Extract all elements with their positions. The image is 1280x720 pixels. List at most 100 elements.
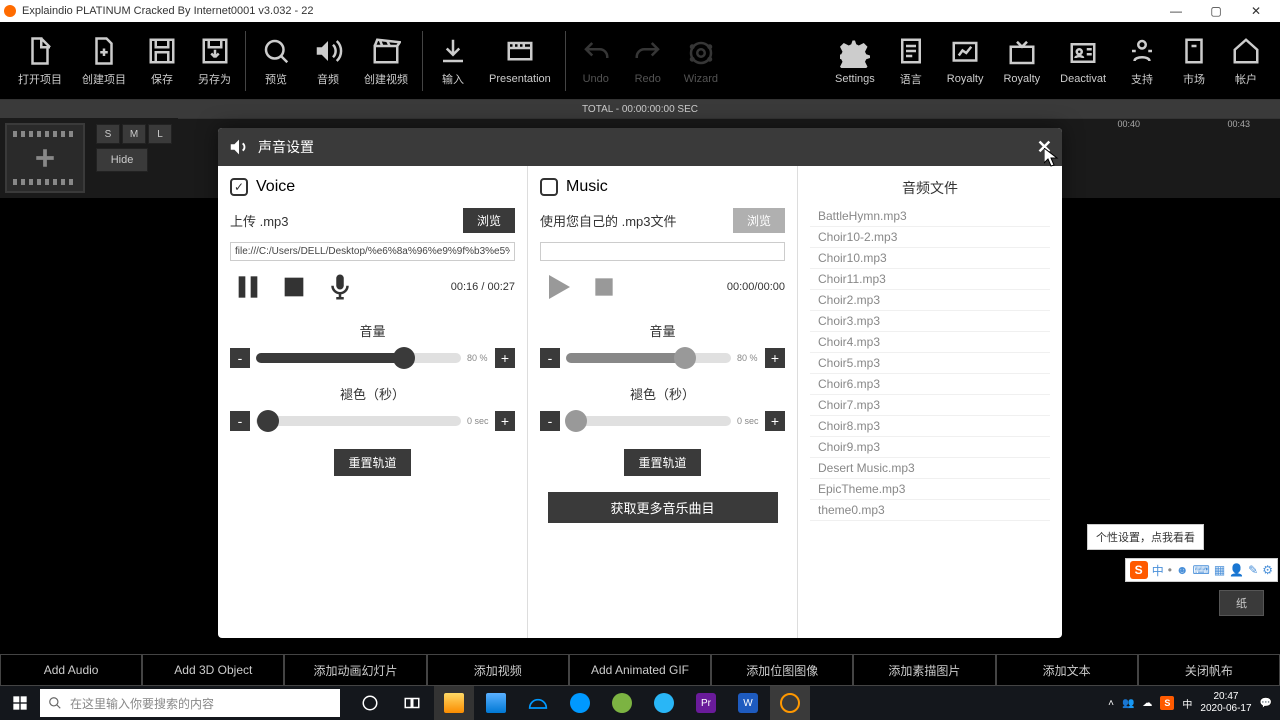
list-item[interactable]: EpicTheme.mp3 [810, 479, 1050, 500]
task-app[interactable] [560, 686, 600, 720]
maximize-button[interactable]: ▢ [1196, 1, 1236, 21]
list-item[interactable]: Choir5.mp3 [810, 353, 1050, 374]
add-sketch-button[interactable]: 添加素描图片 [853, 654, 995, 686]
language-button[interactable]: 语言 [885, 26, 937, 96]
voice-fade-plus[interactable]: + [495, 411, 515, 431]
task-app[interactable] [518, 686, 558, 720]
deactivate-button[interactable]: Deactivat [1050, 26, 1116, 96]
list-item[interactable]: Choir8.mp3 [810, 416, 1050, 437]
cortana-icon[interactable] [350, 686, 390, 720]
list-item[interactable]: Choir2.mp3 [810, 290, 1050, 311]
tray-sogou-icon[interactable]: S [1160, 696, 1174, 710]
voice-fade-minus[interactable]: - [230, 411, 250, 431]
music-vol-slider[interactable] [566, 353, 731, 363]
create-project-button[interactable]: 创建项目 [72, 26, 136, 96]
list-item[interactable]: Choir6.mp3 [810, 374, 1050, 395]
list-item[interactable]: theme0.mp3 [810, 500, 1050, 521]
taskview-icon[interactable] [392, 686, 432, 720]
task-app[interactable] [644, 686, 684, 720]
list-item[interactable]: Choir3.mp3 [810, 311, 1050, 332]
list-item[interactable]: Choir11.mp3 [810, 269, 1050, 290]
presentation-button[interactable]: Presentation [479, 26, 561, 96]
saveas-button[interactable]: 另存为 [188, 26, 241, 96]
music-path-input[interactable] [540, 242, 785, 261]
voice-checkbox[interactable] [230, 178, 248, 196]
wizard-button[interactable]: Wizard [674, 26, 728, 96]
voice-reset-button[interactable]: 重置轨道 [334, 449, 410, 476]
voice-stop-button[interactable] [276, 269, 312, 305]
add-gif-button[interactable]: Add Animated GIF [569, 654, 711, 686]
voice-vol-slider[interactable] [256, 353, 461, 363]
music-checkbox[interactable] [540, 178, 558, 196]
task-app[interactable] [476, 686, 516, 720]
music-fade-slider[interactable] [566, 416, 731, 426]
music-reset-button[interactable]: 重置轨道 [624, 449, 700, 476]
voice-vol-plus[interactable]: + [495, 348, 515, 368]
task-app[interactable] [434, 686, 474, 720]
add-bitmap-button[interactable]: 添加位图图像 [711, 654, 853, 686]
open-project-button[interactable]: 打开项目 [8, 26, 72, 96]
minimize-button[interactable]: — [1156, 1, 1196, 21]
account-button[interactable]: 帐户 [1220, 26, 1272, 96]
size-s-button[interactable]: S [96, 124, 120, 144]
tray-notifications-icon[interactable]: 💬 [1260, 698, 1272, 709]
task-app[interactable]: W [728, 686, 768, 720]
voice-vol-minus[interactable]: - [230, 348, 250, 368]
add-3d-button[interactable]: Add 3D Object [142, 654, 284, 686]
get-more-music-button[interactable]: 获取更多音乐曲目 [548, 492, 778, 523]
list-item[interactable]: Choir7.mp3 [810, 395, 1050, 416]
preview-button[interactable]: 预览 [250, 26, 302, 96]
ime-toolbar[interactable]: S 中• ☻⌨▦ 👤✎⚙ [1125, 558, 1278, 582]
list-item[interactable]: BattleHymn.mp3 [810, 206, 1050, 227]
voice-pause-button[interactable] [230, 269, 266, 305]
close-canvas-button[interactable]: 关闭帆布 [1138, 654, 1280, 686]
list-item[interactable]: Choir10.mp3 [810, 248, 1050, 269]
taskbar-search[interactable]: 在这里输入你要搜索的内容 [40, 689, 340, 717]
paper-button[interactable]: 纸 [1219, 590, 1264, 616]
input-button[interactable]: 输入 [427, 26, 479, 96]
hide-button[interactable]: Hide [96, 148, 148, 172]
start-button[interactable] [0, 686, 40, 720]
add-video-button[interactable]: 添加视频 [427, 654, 569, 686]
add-slide-button[interactable]: 添加动画幻灯片 [284, 654, 426, 686]
music-fade-minus[interactable]: - [540, 411, 560, 431]
music-stop-button[interactable] [586, 269, 622, 305]
task-app[interactable]: Pr [686, 686, 726, 720]
close-button[interactable]: ✕ [1236, 1, 1276, 21]
royalty2-button[interactable]: Royalty [993, 26, 1050, 96]
redo-button[interactable]: Redo [622, 26, 674, 96]
add-audio-button[interactable]: Add Audio [0, 654, 142, 686]
size-l-button[interactable]: L [148, 124, 172, 144]
save-button[interactable]: 保存 [136, 26, 188, 96]
music-browse-button[interactable]: 浏览 [733, 208, 785, 233]
size-m-button[interactable]: M [122, 124, 146, 144]
audio-button[interactable]: 音频 [302, 26, 354, 96]
add-scene-button[interactable] [5, 123, 85, 193]
list-item[interactable]: Choir9.mp3 [810, 437, 1050, 458]
tray-ime-icon[interactable]: 中 [1182, 696, 1192, 711]
voice-path-input[interactable] [230, 242, 515, 261]
task-app[interactable] [602, 686, 642, 720]
music-vol-minus[interactable]: - [540, 348, 560, 368]
createvideo-button[interactable]: 创建视频 [354, 26, 418, 96]
music-play-button[interactable] [540, 269, 576, 305]
task-app[interactable] [770, 686, 810, 720]
tray-up-icon[interactable]: ˄ [1108, 698, 1114, 709]
market-button[interactable]: 市场 [1168, 26, 1220, 96]
music-fade-plus[interactable]: + [765, 411, 785, 431]
support-button[interactable]: 支持 [1116, 26, 1168, 96]
voice-browse-button[interactable]: 浏览 [463, 208, 515, 233]
voice-fade-slider[interactable] [256, 416, 461, 426]
voice-mic-button[interactable] [322, 269, 358, 305]
list-item[interactable]: Desert Music.mp3 [810, 458, 1050, 479]
list-item[interactable]: Choir4.mp3 [810, 332, 1050, 353]
music-vol-plus[interactable]: + [765, 348, 785, 368]
royalty1-button[interactable]: Royalty [937, 26, 994, 96]
tray-cloud-icon[interactable]: ☁ [1142, 698, 1152, 709]
tray-clock[interactable]: 20:47 2020-06-17 [1200, 691, 1251, 715]
tray-people-icon[interactable]: 👥 [1122, 698, 1134, 709]
list-item[interactable]: Choir10-2.mp3 [810, 227, 1050, 248]
add-text-button[interactable]: 添加文本 [996, 654, 1138, 686]
undo-button[interactable]: Undo [570, 26, 622, 96]
settings-button[interactable]: Settings [825, 26, 885, 96]
